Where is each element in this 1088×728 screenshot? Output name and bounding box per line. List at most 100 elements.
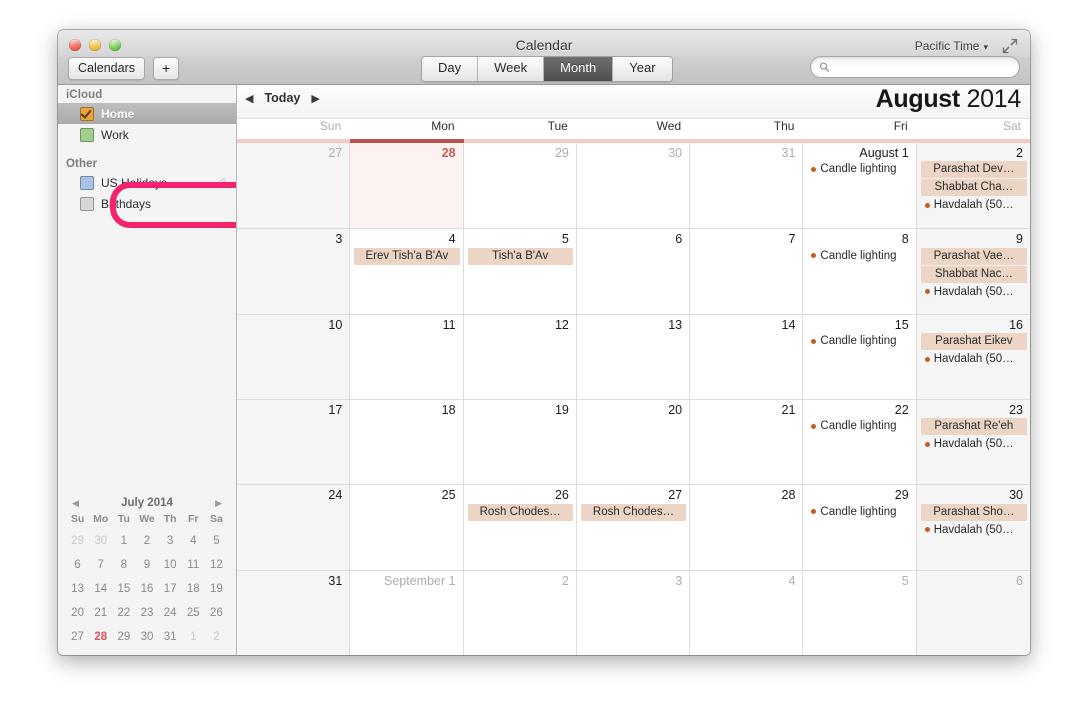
calendar-event[interactable]: Shabbat Nac…	[921, 266, 1027, 283]
previous-month-button[interactable]: ◀	[245, 92, 253, 105]
calendar-event[interactable]: Candle lighting	[807, 333, 912, 350]
day-cell[interactable]: 11	[350, 314, 463, 399]
day-cell[interactable]: 25	[350, 484, 463, 569]
fullscreen-expand-icon[interactable]	[1002, 38, 1018, 54]
sidebar-item-home[interactable]: Home	[58, 103, 236, 124]
mini-calendar-day[interactable]: 25	[182, 601, 205, 625]
day-cell[interactable]: 6	[577, 228, 690, 313]
day-cell[interactable]: 12	[464, 314, 577, 399]
mini-calendar-day[interactable]: 29	[66, 529, 89, 553]
mini-calendar-day[interactable]: 17	[159, 577, 182, 601]
day-cell[interactable]: 14	[690, 314, 803, 399]
day-cell[interactable]: 7	[690, 228, 803, 313]
calendar-event[interactable]: Havdalah (50…	[921, 351, 1027, 368]
day-cell[interactable]: 28	[690, 484, 803, 569]
calendar-event[interactable]: Parashat Sho…	[921, 504, 1027, 521]
day-cell[interactable]: August 1Candle lighting	[803, 143, 916, 228]
mini-calendar-day[interactable]: 21	[89, 601, 112, 625]
search-input[interactable]	[834, 59, 1011, 75]
mini-calendar-day[interactable]: 8	[112, 553, 135, 577]
mini-calendar-day[interactable]: 14	[89, 577, 112, 601]
calendar-event[interactable]: Rosh Chodes…	[468, 504, 573, 521]
mini-calendar-day[interactable]: 22	[112, 601, 135, 625]
day-cell[interactable]: 5	[803, 570, 916, 655]
calendar-event[interactable]: Candle lighting	[807, 248, 912, 265]
calendars-button[interactable]: Calendars	[68, 57, 145, 80]
day-cell[interactable]: 24	[237, 484, 350, 569]
tab-month[interactable]: Month	[544, 57, 613, 81]
mini-calendar-day[interactable]: 16	[135, 577, 158, 601]
mini-calendar-day[interactable]: 30	[89, 529, 112, 553]
day-cell[interactable]: 31	[237, 570, 350, 655]
day-cell[interactable]: 31	[690, 143, 803, 228]
mini-calendar-day[interactable]: 26	[205, 601, 228, 625]
day-cell[interactable]: 13	[577, 314, 690, 399]
mini-calendar-day[interactable]: 20	[66, 601, 89, 625]
mini-calendar-day[interactable]: 19	[205, 577, 228, 601]
calendar-event[interactable]: Parashat Vae…	[921, 248, 1027, 265]
today-button[interactable]: Today	[264, 91, 300, 105]
day-cell[interactable]: 30	[577, 143, 690, 228]
calendar-event[interactable]: Shabbat Cha…	[921, 179, 1027, 196]
day-cell[interactable]: 16Parashat EikevHavdalah (50…	[917, 314, 1030, 399]
day-cell[interactable]: 9Parashat Vae…Shabbat Nac…Havdalah (50…	[917, 228, 1030, 313]
calendar-event[interactable]: Candle lighting	[807, 504, 912, 521]
day-cell[interactable]: 22Candle lighting	[803, 399, 916, 484]
mini-calendar-next-icon[interactable]: ▶	[215, 498, 222, 509]
day-cell[interactable]: September 1	[350, 570, 463, 655]
day-cell[interactable]: 19	[464, 399, 577, 484]
day-cell[interactable]: 18	[350, 399, 463, 484]
day-cell[interactable]: 27	[237, 143, 350, 228]
calendar-event[interactable]: Candle lighting	[807, 418, 912, 435]
mini-calendar-day[interactable]: 6	[66, 553, 89, 577]
calendar-event[interactable]: Parashat Eikev	[921, 333, 1027, 350]
mini-calendar-day[interactable]: 23	[135, 601, 158, 625]
day-cell[interactable]: 17	[237, 399, 350, 484]
mini-calendar-day[interactable]: 11	[182, 553, 205, 577]
mini-calendar-day[interactable]: 15	[112, 577, 135, 601]
calendar-color-checkbox-birthdays[interactable]	[80, 197, 94, 211]
day-cell[interactable]: 21	[690, 399, 803, 484]
tab-day[interactable]: Day	[422, 57, 478, 81]
mini-calendar-day[interactable]: 24	[159, 601, 182, 625]
sidebar-item-birthdays[interactable]: Birthdays	[58, 193, 236, 214]
mini-calendar-day[interactable]: 10	[159, 553, 182, 577]
calendar-event[interactable]: Parashat Dev…	[921, 161, 1027, 178]
day-cell[interactable]: 4Erev Tish'a B'Av	[350, 228, 463, 313]
calendar-event[interactable]: Havdalah (50…	[921, 197, 1027, 214]
next-month-button[interactable]: ▶	[311, 92, 319, 105]
mini-calendar-day[interactable]: 13	[66, 577, 89, 601]
mini-calendar-day[interactable]: 31	[159, 625, 182, 649]
calendar-event[interactable]: Tish'a B'Av	[468, 248, 573, 265]
tab-week[interactable]: Week	[478, 57, 544, 81]
mini-calendar-day[interactable]: 3	[159, 529, 182, 553]
day-cell[interactable]: 29	[464, 143, 577, 228]
day-cell[interactable]: 3	[237, 228, 350, 313]
day-cell[interactable]: 27Rosh Chodes…	[577, 484, 690, 569]
search-field[interactable]	[810, 56, 1020, 78]
day-cell[interactable]: 6	[917, 570, 1030, 655]
mini-calendar-day[interactable]: 12	[205, 553, 228, 577]
mini-calendar-day-today[interactable]: 28	[89, 625, 112, 649]
timezone-selector[interactable]: Pacific Time ▾	[915, 39, 988, 53]
day-cell-today[interactable]: 28	[350, 143, 463, 228]
day-cell[interactable]: 8Candle lighting	[803, 228, 916, 313]
day-cell[interactable]: 20	[577, 399, 690, 484]
mini-calendar-day[interactable]: 5	[205, 529, 228, 553]
mini-calendar-day[interactable]: 29	[112, 625, 135, 649]
calendar-event[interactable]: Havdalah (50…	[921, 436, 1027, 453]
add-event-button[interactable]: +	[153, 57, 179, 80]
mini-calendar-day[interactable]: 2	[205, 625, 228, 649]
day-cell[interactable]: 30Parashat Sho…Havdalah (50…	[917, 484, 1030, 569]
day-cell[interactable]: 29Candle lighting	[803, 484, 916, 569]
day-cell[interactable]: 3	[577, 570, 690, 655]
sidebar-item-us-holidays[interactable]: US Holidays	[58, 172, 236, 193]
day-cell[interactable]: 2	[464, 570, 577, 655]
calendar-event[interactable]: Candle lighting	[807, 161, 912, 178]
calendar-event[interactable]: Erev Tish'a B'Av	[354, 248, 459, 265]
calendar-event[interactable]: Havdalah (50…	[921, 284, 1027, 301]
day-cell[interactable]: 5Tish'a B'Av	[464, 228, 577, 313]
mini-calendar-day[interactable]: 7	[89, 553, 112, 577]
day-cell[interactable]: 4	[690, 570, 803, 655]
calendar-event[interactable]: Parashat Re'eh	[921, 418, 1027, 435]
